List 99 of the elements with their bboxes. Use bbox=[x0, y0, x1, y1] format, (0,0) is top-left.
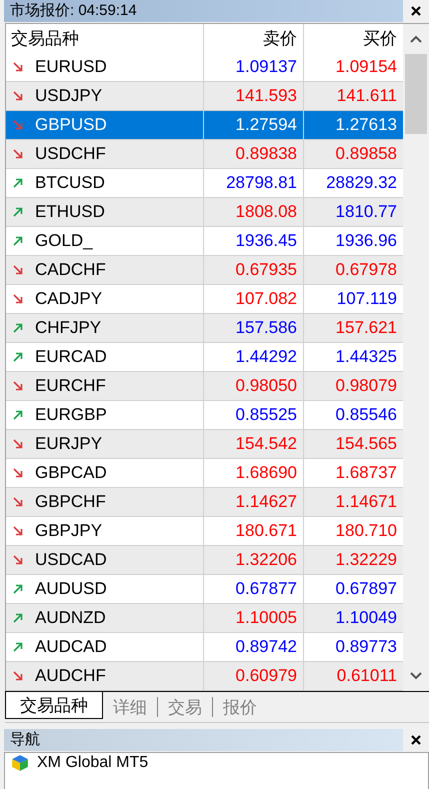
symbol-name: EURCAD bbox=[35, 347, 107, 367]
ask-price: 1.10049 bbox=[336, 608, 397, 628]
quote-row[interactable]: GBPCHF 1.14627 1.14671 bbox=[6, 488, 403, 517]
quote-row[interactable]: USDCAD 1.32206 1.32229 bbox=[6, 546, 403, 575]
symbol-name: EURGBP bbox=[35, 405, 107, 425]
quote-row[interactable]: EURJPY 154.542 154.565 bbox=[6, 430, 403, 459]
symbol-name: USDJPY bbox=[35, 86, 102, 106]
symbol-name: BTCUSD bbox=[35, 173, 105, 193]
symbol-name: USDCAD bbox=[35, 550, 107, 570]
ask-price: 1.27613 bbox=[336, 115, 397, 135]
bid-price: 107.082 bbox=[236, 289, 297, 309]
ask-price: 1.09154 bbox=[336, 57, 397, 77]
ask-price: 0.67978 bbox=[336, 260, 397, 280]
ask-price: 141.611 bbox=[336, 86, 397, 106]
bid-price: 28798.81 bbox=[226, 173, 297, 193]
bid-price: 0.89742 bbox=[236, 637, 297, 657]
symbol-name: GBPCAD bbox=[35, 463, 107, 483]
quote-row[interactable]: GBPJPY 180.671 180.710 bbox=[6, 517, 403, 546]
quote-row[interactable]: GBPUSD 1.27594 1.27613 bbox=[6, 111, 403, 140]
symbol-name: CHFJPY bbox=[35, 318, 102, 338]
quote-row[interactable]: AUDNZD 1.10005 1.10049 bbox=[6, 604, 403, 633]
bid-price: 1.44292 bbox=[236, 347, 297, 367]
ask-price: 0.89858 bbox=[336, 144, 397, 164]
bid-price: 1.10005 bbox=[236, 608, 297, 628]
quote-row[interactable]: GOLD_ 1936.45 1936.96 bbox=[6, 227, 403, 256]
ask-price: 0.67897 bbox=[336, 579, 397, 599]
scrollbar-thumb[interactable] bbox=[405, 54, 427, 134]
quote-row[interactable]: USDJPY 141.593 141.611 bbox=[6, 82, 403, 111]
ask-price: 1.44325 bbox=[336, 347, 397, 367]
close-icon[interactable] bbox=[411, 6, 421, 16]
ask-price: 1.14671 bbox=[336, 492, 397, 512]
ask-price: 0.89773 bbox=[336, 637, 397, 657]
symbol-name: CADCHF bbox=[35, 260, 106, 280]
quote-row[interactable]: USDCHF 0.89838 0.89858 bbox=[6, 140, 403, 169]
quote-row[interactable]: EURUSD 1.09137 1.09154 bbox=[6, 53, 403, 82]
bid-price: 1.68690 bbox=[236, 463, 297, 483]
symbol-name: ETHUSD bbox=[35, 202, 105, 222]
quote-row[interactable]: CHFJPY 157.586 157.621 bbox=[6, 314, 403, 343]
quote-row[interactable]: EURGBP 0.85525 0.85546 bbox=[6, 401, 403, 430]
quote-row[interactable]: AUDCAD 0.89742 0.89773 bbox=[6, 633, 403, 662]
symbol-name: AUDNZD bbox=[35, 608, 106, 628]
quote-row[interactable]: CADJPY 107.082 107.119 bbox=[6, 285, 403, 314]
close-icon[interactable] bbox=[411, 735, 421, 745]
bid-price: 154.542 bbox=[236, 434, 297, 454]
quote-row[interactable]: EURCHF 0.98050 0.98079 bbox=[6, 372, 403, 401]
panel-title: 导航 bbox=[4, 729, 403, 751]
ask-price: 1936.96 bbox=[336, 231, 397, 251]
bid-price: 157.586 bbox=[236, 318, 297, 338]
symbol-name: GBPUSD bbox=[35, 115, 107, 135]
symbol-name: CADJPY bbox=[35, 289, 102, 309]
bid-price: 1.09137 bbox=[236, 57, 297, 77]
symbol-name: EURCHF bbox=[35, 376, 106, 396]
symbol-name: GOLD_ bbox=[35, 231, 93, 251]
bid-price: 0.60979 bbox=[236, 666, 297, 686]
navigator-item[interactable]: XM Global MT5 bbox=[37, 754, 148, 772]
bid-price: 0.67935 bbox=[236, 260, 297, 280]
quote-row[interactable]: AUDCHF 0.60979 0.61011 bbox=[6, 662, 403, 691]
ask-price: 0.98079 bbox=[336, 376, 397, 396]
bid-price: 180.671 bbox=[236, 521, 297, 541]
bid-price: 1.32206 bbox=[236, 550, 297, 570]
symbol-name: AUDCHF bbox=[35, 666, 106, 686]
ask-price: 154.565 bbox=[336, 434, 397, 454]
bid-price: 0.98050 bbox=[236, 376, 297, 396]
ask-price: 157.621 bbox=[336, 318, 397, 338]
symbol-name: GBPJPY bbox=[35, 521, 102, 541]
symbol-name: GBPCHF bbox=[35, 492, 106, 512]
bid-price: 1936.45 bbox=[236, 231, 297, 251]
tab[interactable]: 交易品种 bbox=[5, 692, 103, 719]
ask-price: 1.32229 bbox=[336, 550, 397, 570]
bid-price: 0.89838 bbox=[236, 144, 297, 164]
bid-price: 0.85525 bbox=[236, 405, 297, 425]
symbol-name: EURUSD bbox=[35, 57, 107, 77]
symbol-name: AUDCAD bbox=[35, 637, 107, 657]
ask-price: 0.85546 bbox=[336, 405, 397, 425]
ask-price: 107.119 bbox=[336, 289, 397, 309]
ask-price: 28829.32 bbox=[326, 173, 397, 193]
symbol-name: AUDUSD bbox=[35, 579, 107, 599]
bid-price: 1.27594 bbox=[236, 115, 297, 135]
quote-row[interactable]: EURCAD 1.44292 1.44325 bbox=[6, 343, 403, 372]
bid-price: 1.14627 bbox=[236, 492, 297, 512]
ask-price: 1810.77 bbox=[336, 202, 397, 222]
bid-price: 141.593 bbox=[236, 86, 297, 106]
quote-row[interactable]: ETHUSD 1808.08 1810.77 bbox=[6, 198, 403, 227]
symbol-name: USDCHF bbox=[35, 144, 106, 164]
quote-row[interactable]: CADCHF 0.67935 0.67978 bbox=[6, 256, 403, 285]
ask-price: 180.710 bbox=[336, 521, 397, 541]
panel-title: 市场报价: 04:59:14 bbox=[4, 0, 403, 22]
symbol-name: EURJPY bbox=[35, 434, 102, 454]
scroll-up-icon[interactable] bbox=[410, 35, 422, 43]
bid-price: 1808.08 bbox=[236, 202, 297, 222]
ask-price: 0.61011 bbox=[336, 666, 397, 686]
column-header[interactable]: 交易品种 bbox=[6, 24, 203, 53]
scroll-down-icon[interactable] bbox=[410, 672, 422, 680]
cube-icon bbox=[11, 754, 29, 772]
quote-row[interactable]: BTCUSD 28798.81 28829.32 bbox=[6, 169, 403, 198]
quote-row[interactable]: AUDUSD 0.67877 0.67897 bbox=[6, 575, 403, 604]
quote-row[interactable]: GBPCAD 1.68690 1.68737 bbox=[6, 459, 403, 488]
ask-price: 1.68737 bbox=[336, 463, 397, 483]
bid-price: 0.67877 bbox=[236, 579, 297, 599]
